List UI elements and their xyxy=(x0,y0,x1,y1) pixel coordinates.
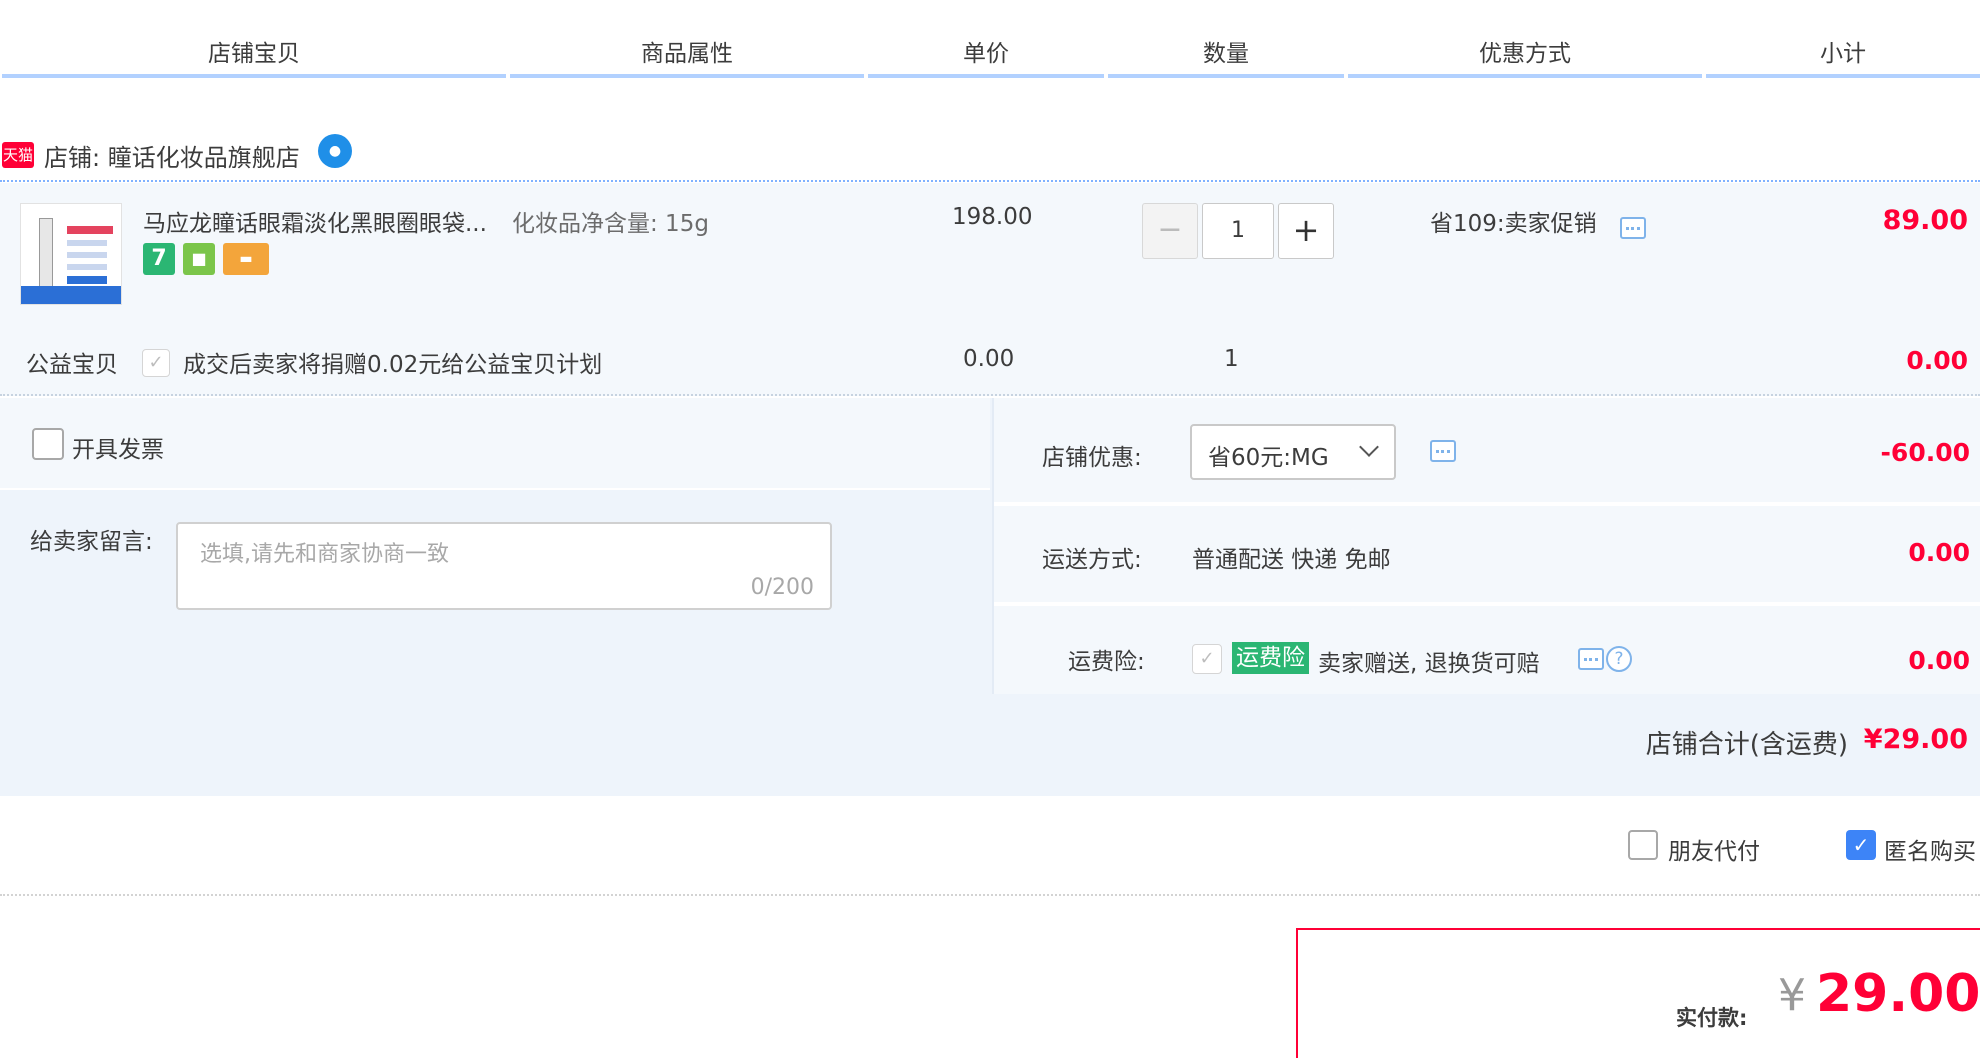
product-thumbnail[interactable] xyxy=(20,203,122,305)
store-total-row: 店铺合计(含运费) ¥29.00 xyxy=(0,694,1980,796)
donation-checkbox: ✓ xyxy=(142,349,170,377)
checkout-page: 店铺宝贝 商品属性 单价 数量 优惠方式 小计 天猫 店铺: 瞳话化妆品旗舰店 … xyxy=(0,0,1980,1058)
anonymous-checkbox[interactable]: ✓ xyxy=(1846,830,1876,860)
header-col-attributes-label: 商品属性 xyxy=(641,41,733,67)
credit-card-icon[interactable]: ▬ xyxy=(223,243,269,275)
insurance-row: 运费险: ✓ 运费险 卖家赠送, 退换货可赔 ? 0.00 xyxy=(994,606,1980,694)
order-options-left: 开具发票 给卖家留言: 选填,请先和商家协商一致 0/200 xyxy=(0,398,990,694)
message-placeholder: 选填,请先和商家协商一致 xyxy=(200,542,449,567)
header-col-quantity-label: 数量 xyxy=(1203,41,1249,67)
insurance-value: 0.00 xyxy=(1908,646,1970,675)
header-col-unit-price-label: 单价 xyxy=(963,41,1009,67)
payment-options-row: 朋友代付 ✓ 匿名购买 xyxy=(0,800,1980,896)
payment-summary-box: 实付款: ¥ 29.00 xyxy=(1296,928,1980,1058)
friend-pay-label[interactable]: 朋友代付 xyxy=(1668,832,1760,866)
chevron-down-icon xyxy=(1359,437,1379,457)
product-title-link[interactable]: 马应龙瞳话眼霜淡化黑眼圈眼袋... xyxy=(143,204,503,238)
quantity-increase-button[interactable]: + xyxy=(1278,203,1334,259)
unit-price: 198.00 xyxy=(952,204,1033,230)
store-discount-label: 店铺优惠: xyxy=(1042,445,1142,471)
store-total-value: ¥29.00 xyxy=(1863,724,1968,755)
header-col-quantity: 数量 xyxy=(1108,38,1344,78)
message-row: 给卖家留言: 选填,请先和商家协商一致 0/200 xyxy=(0,492,990,694)
insurance-chat-icon[interactable] xyxy=(1578,648,1604,670)
order-options-right: 店铺优惠: 省60元:MG -60.00 运送方式: 普通配送 快递 免邮 0.… xyxy=(992,398,1980,694)
thumbnail-decor-2 xyxy=(67,240,107,246)
invoice-checkbox[interactable] xyxy=(32,428,64,460)
store-discount-selected: 省60元:MG xyxy=(1208,445,1329,471)
seven-day-return-icon[interactable]: 7 xyxy=(143,243,175,275)
donation-subtotal: 0.00 xyxy=(1906,346,1968,375)
store-discount-value: -60.00 xyxy=(1880,438,1970,467)
donation-text: 成交后卖家将捐赠0.02元给公益宝贝计划 xyxy=(183,352,603,378)
shipping-method: 普通配送 快递 免邮 xyxy=(1192,547,1391,573)
message-label: 给卖家留言: xyxy=(30,529,153,555)
anonymous-label[interactable]: 匿名购买 xyxy=(1884,832,1976,866)
thumbnail-decor-band xyxy=(21,286,121,304)
quantity-input[interactable]: 1 xyxy=(1202,203,1274,259)
header-col-subtotal: 小计 xyxy=(1706,38,1980,78)
shopping-bag-icon[interactable]: ■ xyxy=(183,243,215,275)
message-char-count: 0/200 xyxy=(750,575,814,600)
thumbnail-decor-5 xyxy=(67,276,107,284)
store-name-link[interactable]: 店铺: 瞳话化妆品旗舰店 xyxy=(44,138,300,173)
tmall-icon: 天猫 xyxy=(2,142,34,168)
thumbnail-decor-1 xyxy=(67,226,113,234)
item-subtotal: 89.00 xyxy=(1882,205,1968,236)
insurance-text: 卖家赠送, 退换货可赔 xyxy=(1318,651,1540,677)
insurance-tag: 运费险 xyxy=(1232,642,1309,674)
pay-label: 实付款: xyxy=(1676,1006,1748,1030)
friend-pay-checkbox[interactable] xyxy=(1628,830,1658,860)
header-col-discount-label: 优惠方式 xyxy=(1479,41,1571,67)
donation-unit-price: 0.00 xyxy=(963,346,1015,372)
header-col-discount: 优惠方式 xyxy=(1348,38,1702,78)
insurance-checkbox: ✓ xyxy=(1192,644,1222,674)
header-col-subtotal-label: 小计 xyxy=(1820,41,1866,67)
seller-message-input[interactable]: 选填,请先和商家协商一致 0/200 xyxy=(176,522,832,610)
shipping-label: 运送方式: xyxy=(1042,547,1142,573)
service-icons: 7 ■ ▬ xyxy=(143,243,269,275)
store-total-label: 店铺合计(含运费) xyxy=(1645,730,1848,760)
header-col-store-items-label: 店铺宝贝 xyxy=(208,41,300,67)
thumbnail-decor-4 xyxy=(67,264,107,270)
quantity-decrease-button[interactable]: − xyxy=(1142,203,1198,259)
donation-quantity: 1 xyxy=(1224,346,1239,372)
store-discount-select[interactable]: 省60元:MG xyxy=(1190,424,1396,480)
header-col-attributes: 商品属性 xyxy=(510,38,864,78)
insurance-label: 运费险: xyxy=(1068,649,1145,675)
store-discount-row: 店铺优惠: 省60元:MG -60.00 xyxy=(994,398,1980,504)
wangwang-chat-icon[interactable]: ● xyxy=(318,134,352,168)
header-col-unit-price: 单价 xyxy=(868,38,1104,78)
order-options-area: 开具发票 给卖家留言: 选填,请先和商家协商一致 0/200 店铺优惠: 省60… xyxy=(0,398,1980,796)
pay-currency: ¥ xyxy=(1778,970,1806,1021)
product-attribute: 化妆品净含量: 15g xyxy=(512,211,709,237)
promotion-info-icon[interactable] xyxy=(1620,217,1646,239)
discount-info-icon[interactable] xyxy=(1430,440,1456,462)
invoice-label[interactable]: 开具发票 xyxy=(72,430,164,464)
thumbnail-product-shape xyxy=(39,218,53,288)
shipping-value: 0.00 xyxy=(1908,538,1970,567)
header-col-store-items: 店铺宝贝 xyxy=(2,38,506,78)
pay-amount: 29.00 xyxy=(1816,964,1980,1024)
shipping-row: 运送方式: 普通配送 快递 免邮 0.00 xyxy=(994,506,1980,604)
help-question-icon[interactable]: ? xyxy=(1606,646,1632,672)
cart-item-area: 马应龙瞳话眼霜淡化黑眼圈眼袋... 7 ■ ▬ 化妆品净含量: 15g 198.… xyxy=(0,183,1980,396)
thumbnail-decor-3 xyxy=(67,252,107,258)
store-row: 天猫 店铺: 瞳话化妆品旗舰店 ● xyxy=(0,130,1980,182)
donation-label: 公益宝贝 xyxy=(26,352,118,378)
promotion-text: 省109:卖家促销 xyxy=(1430,211,1597,237)
invoice-row: 开具发票 xyxy=(0,398,990,490)
